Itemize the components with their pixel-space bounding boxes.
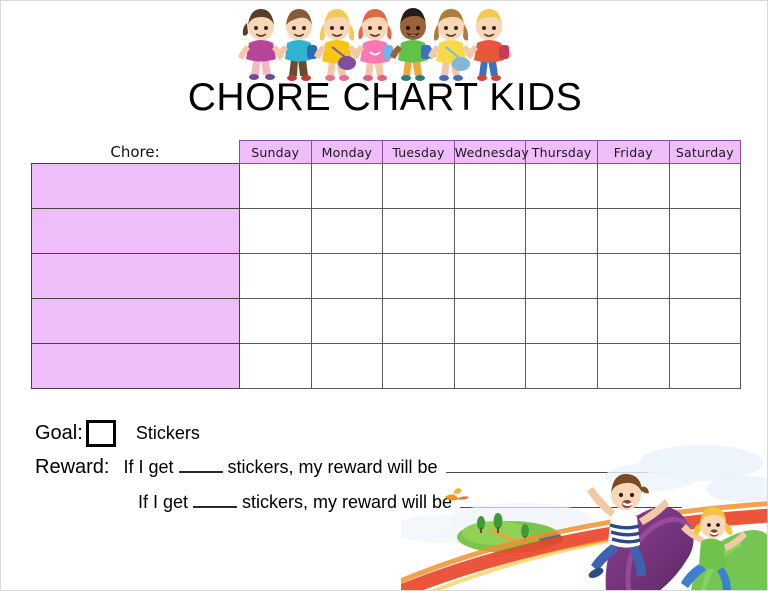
checkbox-cell-sunday[interactable] — [239, 298, 312, 344]
checkbox-cell-monday[interactable] — [310, 253, 384, 299]
checkbox-cell-monday[interactable] — [310, 163, 384, 209]
checkbox-cell-tuesday[interactable] — [382, 253, 455, 299]
reward-prefix-1: If I get — [123, 457, 174, 477]
header-corner-blank — [32, 141, 240, 164]
day-header-monday: Monday — [310, 140, 384, 164]
table-row — [31, 253, 742, 299]
checkbox-cell-monday[interactable] — [310, 298, 384, 344]
checkbox-cell-saturday[interactable] — [668, 208, 742, 254]
reward-middle-1: stickers, my reward will be — [227, 457, 438, 477]
checkbox-cell-wednesday[interactable] — [453, 163, 527, 209]
reward-sticker-count-blank-1[interactable] — [178, 470, 223, 473]
checkbox-cell-thursday[interactable] — [525, 298, 598, 344]
checkbox-cell-friday[interactable] — [596, 253, 670, 299]
reward-prefix-2: If I get — [138, 492, 189, 512]
checkbox-cell-thursday[interactable] — [525, 343, 598, 389]
checkbox-cell-wednesday[interactable] — [453, 253, 527, 299]
checkbox-cell-tuesday[interactable] — [382, 208, 455, 254]
table-row — [31, 208, 742, 254]
reward-label: Reward: — [35, 456, 110, 478]
checkbox-cell-wednesday[interactable] — [453, 208, 527, 254]
checkbox-cell-wednesday[interactable] — [453, 298, 527, 344]
reward-block: Reward: If I get stickers, my reward wil… — [35, 456, 735, 528]
reward-middle-2: stickers, my reward will be — [242, 492, 453, 512]
reward-value-blank-1[interactable] — [445, 471, 668, 473]
reward-sticker-count-blank-2[interactable] — [193, 505, 238, 508]
checkbox-cell-thursday[interactable] — [525, 253, 598, 299]
table-row — [31, 343, 742, 389]
kid-3 — [314, 9, 360, 81]
goal-row: Goal: Stickers — [35, 417, 200, 449]
day-header-tuesday: Tuesday — [382, 140, 455, 164]
checkbox-cell-friday[interactable] — [596, 163, 670, 209]
goal-unit-label: Stickers — [135, 423, 200, 443]
checkbox-cell-friday[interactable] — [596, 298, 670, 344]
checkbox-cell-tuesday[interactable] — [382, 343, 455, 389]
kids-banner-illustration — [237, 5, 517, 83]
kid-6 — [428, 9, 474, 81]
kid-5 — [390, 8, 436, 81]
goal-count-box[interactable] — [85, 419, 116, 447]
kid-4 — [352, 9, 398, 81]
checkbox-cell-tuesday[interactable] — [382, 298, 455, 344]
day-header-friday: Friday — [596, 140, 670, 164]
chore-chart-page: CHORE CHART KIDS Chore: Sunday Monday Tu… — [0, 0, 768, 591]
goal-label: Goal: — [35, 422, 83, 444]
checkbox-cell-sunday[interactable] — [239, 208, 312, 254]
checkbox-cell-monday[interactable] — [310, 343, 384, 389]
checkbox-cell-friday[interactable] — [596, 208, 670, 254]
reward-line-1: Reward: If I get stickers, my reward wil… — [35, 456, 735, 492]
checkbox-cell-saturday[interactable] — [668, 253, 742, 299]
checkbox-cell-tuesday[interactable] — [382, 163, 455, 209]
checkbox-cell-monday[interactable] — [310, 208, 384, 254]
kid-1 — [238, 9, 284, 80]
chore-name-cell[interactable] — [31, 343, 240, 389]
table-row — [31, 298, 742, 344]
kid-7 — [466, 9, 512, 81]
table-row — [31, 163, 742, 209]
checkbox-cell-wednesday[interactable] — [453, 343, 527, 389]
checkbox-cell-sunday[interactable] — [239, 343, 312, 389]
day-header-thursday: Thursday — [525, 140, 598, 164]
reward-line-2: If I get stickers, my reward will be — [35, 492, 735, 528]
checkbox-cell-friday[interactable] — [596, 343, 670, 389]
green-slide — [691, 530, 767, 590]
checkbox-cell-saturday[interactable] — [668, 163, 742, 209]
chore-name-cell[interactable] — [31, 298, 240, 344]
checkbox-cell-saturday[interactable] — [668, 343, 742, 389]
checkbox-cell-thursday[interactable] — [525, 208, 598, 254]
day-header-wednesday: Wednesday — [453, 140, 529, 164]
chore-name-cell[interactable] — [31, 208, 240, 254]
checkbox-cell-sunday[interactable] — [239, 253, 312, 299]
table-body — [31, 163, 742, 389]
reward-value-blank-2[interactable] — [460, 506, 683, 508]
day-header-saturday: Saturday — [668, 140, 742, 164]
table-header-row: Sunday Monday Tuesday Wednesday Thursday… — [32, 140, 742, 164]
checkbox-cell-saturday[interactable] — [668, 298, 742, 344]
checkbox-cell-thursday[interactable] — [525, 163, 598, 209]
chore-name-cell[interactable] — [31, 253, 240, 299]
kid-2 — [276, 9, 322, 81]
chore-name-cell[interactable] — [31, 163, 240, 209]
page-title: CHORE CHART KIDS — [187, 76, 583, 119]
day-header-sunday: Sunday — [239, 140, 312, 164]
chore-chart-table: Sunday Monday Tuesday Wednesday Thursday… — [31, 140, 742, 389]
checkbox-cell-sunday[interactable] — [239, 163, 312, 209]
